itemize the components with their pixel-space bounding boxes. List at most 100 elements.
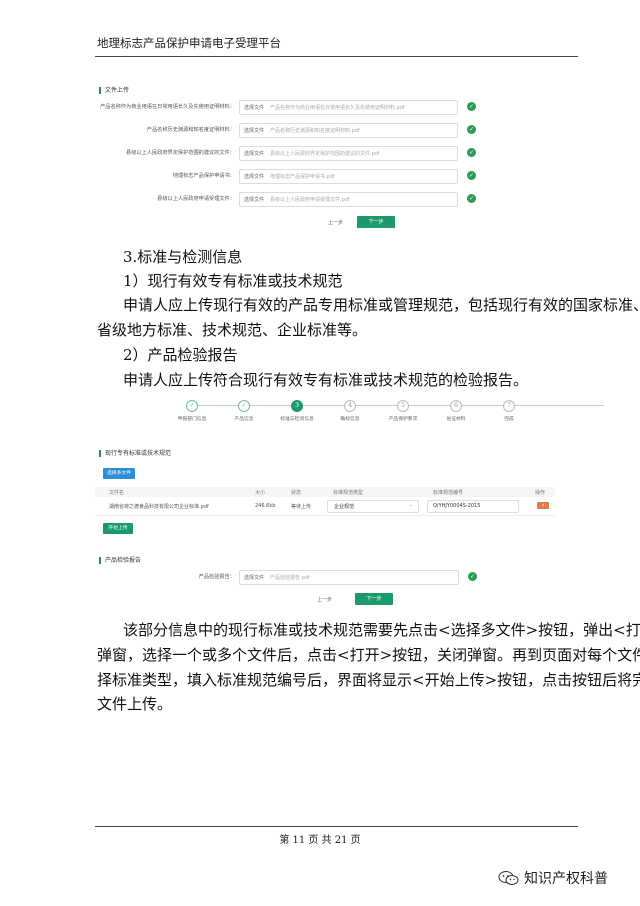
step-label: 标准与检测信息 xyxy=(280,417,314,422)
check-icon: ✓ xyxy=(467,125,476,134)
step-item[interactable]: ✓ 产品信息 xyxy=(214,400,274,422)
step-circle: ✓ xyxy=(186,400,198,412)
subheading-inspection: 2）产品检验报告 xyxy=(123,346,238,364)
col-type: 标准规范类型 xyxy=(333,490,364,496)
step-label: 确标信息 xyxy=(340,417,360,422)
paragraph-inspection: 申请人应上传符合现行有效专有标准或技术规范的检验报告。 xyxy=(123,371,529,389)
step-circle: 5 xyxy=(397,400,409,412)
inspection-row: 产品检验报告： 选择文件 产品检验报告.pdf ✓ xyxy=(95,570,495,585)
file-name: 县级以上人民政府申请受理文件.pdf xyxy=(270,197,350,203)
file-name: 地理标志产品保护申请书.pdf xyxy=(270,174,335,180)
description-line-4: 文件上传。 xyxy=(97,695,173,713)
paragraph-standards-2: 省级地方标准、技术规范、企业标准等。 xyxy=(97,321,368,339)
check-icon: ✓ xyxy=(467,102,476,111)
watermark-text: 知识产权科普 xyxy=(524,871,608,887)
choose-file-button[interactable]: 选择文件 xyxy=(244,574,264,581)
next-button[interactable]: 下一步 xyxy=(357,216,395,228)
step-label: 申报部门信息 xyxy=(177,417,207,422)
col-filename: 文件名 xyxy=(109,490,125,496)
standard-type-select[interactable]: 企业规范 ⌄ xyxy=(327,500,419,513)
table-row: 湖南省荷之德食品科技有限公司企业标准.pdf 246.6kb 等待上传 企业规范… xyxy=(95,497,555,516)
file-input[interactable]: 选择文件 地理标志产品保护申请书.pdf xyxy=(239,169,458,184)
choose-multi-files-button[interactable]: 选择多文件 xyxy=(103,468,135,479)
step-circle: 4 xyxy=(344,400,356,412)
row-status: 等待上传 xyxy=(291,504,312,510)
description-line-1: 该部分信息中的现行标准或技术规范需要先点击<选择多文件>按钮，弹出<打开> xyxy=(123,621,640,639)
upload-row: 县级以上人民政府申请受理文件： 选择文件 县级以上人民政府申请受理文件.pdf … xyxy=(95,192,495,207)
header-rule xyxy=(95,56,578,57)
upload-row-label: 产品名称历史渊源和知名度证明材料： xyxy=(146,127,235,133)
choose-file-button[interactable]: 选择文件 xyxy=(244,150,264,157)
next-button[interactable]: 下一步 xyxy=(355,593,393,605)
step-item[interactable]: 3 标准与检测信息 xyxy=(267,400,327,422)
step-circle: 7 xyxy=(503,400,515,412)
description-line-2: 弹窗，选择一个或多个文件后，点击<打开>按钮，关闭弹窗。再到页面对每个文件选 xyxy=(97,646,640,664)
standards-screenshot: 现行专有标准或技术规范 选择多文件 文件名 大小 状态 标准规范类型 标准规范编… xyxy=(95,448,565,540)
step-label: 佐证材料 xyxy=(446,417,466,422)
step-label: 产品信息 xyxy=(234,417,254,422)
file-input[interactable]: 选择文件 县级以上人民政府申请受理文件.pdf xyxy=(239,192,458,207)
start-upload-button[interactable]: 开始上传 xyxy=(103,523,133,534)
prev-button[interactable]: 上一步 xyxy=(317,596,332,603)
choose-file-button[interactable]: 选择文件 xyxy=(244,127,264,134)
standards-section-title: 现行专有标准或技术规范 xyxy=(99,450,171,457)
file-name: 产品名称历史渊源和知名度证明材料.pdf xyxy=(270,128,360,134)
upload-screenshot: 文件上传 产品名称作为商业用语在日常用语长久及先使用证明材料： 选择文件 产品名… xyxy=(95,82,495,232)
check-icon: ✓ xyxy=(468,572,477,581)
file-name: 产品检验报告.pdf xyxy=(270,575,310,581)
standard-code-value: Q/YHJY0004S-2015 xyxy=(433,503,481,509)
step-circle: ✓ xyxy=(238,400,250,412)
step-item[interactable]: 6 佐证材料 xyxy=(426,400,486,422)
inspection-label: 产品检验报告： xyxy=(198,574,235,580)
choose-file-button[interactable]: 选择文件 xyxy=(244,196,264,203)
description-line-3: 择标准类型，填入标准规范编号后，界面将显示<开始上传>按钮，点击按钮后将完成 xyxy=(97,671,640,689)
upload-section-title: 文件上传 xyxy=(99,87,129,94)
upload-row: 产品名称历史渊源和知名度证明材料： 选择文件 产品名称历史渊源和知名度证明材料.… xyxy=(95,123,495,138)
upload-row-label: 地理标志产品保护申请书： xyxy=(172,173,235,179)
file-input[interactable]: 选择文件 县级以上人民政府界定保护范围的建议的文件.pdf xyxy=(239,146,458,161)
inspection-screenshot: 产品检验报告 产品检验报告： 选择文件 产品检验报告.pdf ✓ 上一步 下一步 xyxy=(95,553,495,608)
file-input[interactable]: 选择文件 产品名称作为商业用语在日常用语长久及先使用证明材料.pdf xyxy=(239,100,458,115)
paragraph-standards-1: 申请人应上传现行有效的产品专用标准或管理规范，包括现行有效的国家标准、 xyxy=(123,296,640,314)
step-item[interactable]: ✓ 申报部门信息 xyxy=(162,400,222,422)
standard-type-value: 企业规范 xyxy=(334,504,355,510)
col-size: 大小 xyxy=(255,490,266,496)
file-input[interactable]: 选择文件 产品检验报告.pdf xyxy=(239,570,459,585)
delete-icon[interactable]: ✕ xyxy=(537,502,549,509)
upload-row: 地理标志产品保护申请书： 选择文件 地理标志产品保护申请书.pdf ✓ xyxy=(95,169,495,184)
col-status: 状态 xyxy=(291,490,302,496)
file-name: 县级以上人民政府界定保护范围的建议的文件.pdf xyxy=(270,151,380,157)
choose-file-button[interactable]: 选择文件 xyxy=(244,104,264,111)
step-circle: 6 xyxy=(450,400,462,412)
upload-row-label: 县级以上人民政府界定保护范围的建议的文件： xyxy=(126,150,235,156)
file-name: 产品名称作为商业用语在日常用语长久及先使用证明材料.pdf xyxy=(270,105,405,111)
file-input[interactable]: 选择文件 产品名称历史渊源和知名度证明材料.pdf xyxy=(239,123,458,138)
step-item[interactable]: 4 确标信息 xyxy=(320,400,380,422)
upload-row: 县级以上人民政府界定保护范围的建议的文件： 选择文件 县级以上人民政府界定保护范… xyxy=(95,146,495,161)
row-size: 246.6kb xyxy=(255,503,276,509)
check-icon: ✓ xyxy=(467,148,476,157)
section-heading: 3.标准与检测信息 xyxy=(123,248,243,266)
prev-button[interactable]: 上一步 xyxy=(328,219,343,226)
step-item[interactable]: 5 产品保护要求 xyxy=(373,400,433,422)
progress-steps: ✓ 申报部门信息 ✓ 产品信息 3 标准与检测信息 4 确标信息 5 产品保护要求 6 佐证… xyxy=(95,398,604,428)
wechat-icon xyxy=(498,871,519,885)
step-item[interactable]: 7 完成 xyxy=(479,400,539,422)
file-table-header: 文件名 大小 状态 标准规范类型 标准规范编号 操作 xyxy=(95,487,555,497)
step-label: 产品保护要求 xyxy=(388,417,418,422)
step-circle: 3 xyxy=(291,400,303,412)
row-filename: 湖南省荷之德食品科技有限公司企业标准.pdf xyxy=(109,504,209,510)
upload-row-label: 县级以上人民政府申请受理文件： xyxy=(157,196,235,202)
footer-rule xyxy=(95,826,578,827)
col-action: 操作 xyxy=(535,490,546,496)
step-label: 完成 xyxy=(504,417,514,422)
choose-file-button[interactable]: 选择文件 xyxy=(244,173,264,180)
header-title: 地理标志产品保护申请电子受理平台 xyxy=(97,36,281,50)
standard-code-input[interactable]: Q/YHJY0004S-2015 xyxy=(427,500,519,513)
page-number: 第 11 页 共 21 页 xyxy=(279,835,361,846)
col-code: 标准规范编号 xyxy=(433,490,464,496)
upload-row: 产品名称作为商业用语在日常用语长久及先使用证明材料： 选择文件 产品名称作为商业… xyxy=(95,100,495,115)
chevron-down-icon: ⌄ xyxy=(408,502,413,508)
upload-row-label: 产品名称作为商业用语在日常用语长久及先使用证明材料： xyxy=(100,104,235,110)
subheading-standards: 1）现行有效专有标准或技术规范 xyxy=(123,272,343,290)
